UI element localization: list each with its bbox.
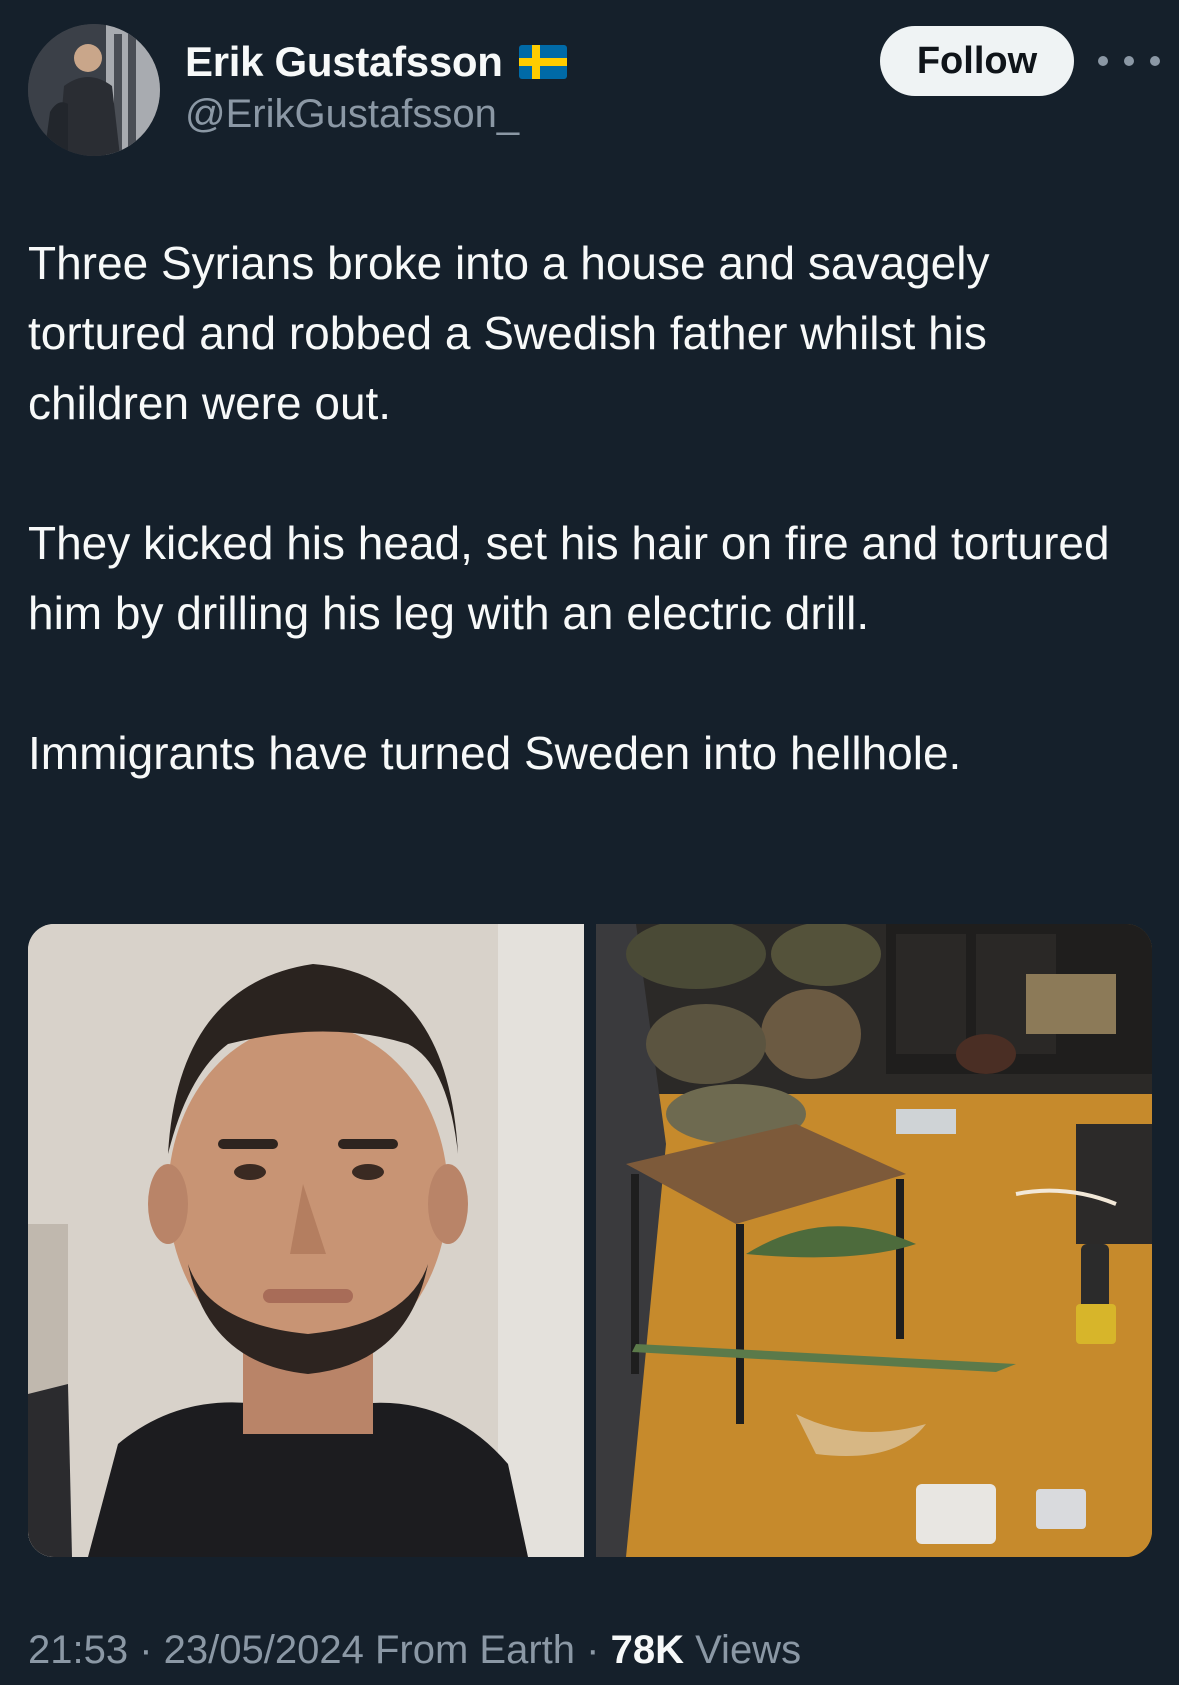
avatar[interactable] [28, 24, 160, 156]
separator-dot: · [128, 1628, 164, 1672]
tweet-header: Erik Gustafsson @ErikGustafsson_ Follow [0, 0, 1179, 180]
avatar-image [28, 24, 160, 156]
portrait-image [28, 924, 584, 1557]
views-count[interactable]: 78K [611, 1628, 684, 1672]
more-options-icon[interactable] [1098, 44, 1160, 78]
follow-button[interactable]: Follow [880, 26, 1074, 96]
views-label: Views [695, 1628, 802, 1672]
display-name[interactable]: Erik Gustafsson [185, 38, 503, 86]
tweet-source: From Earth [374, 1628, 576, 1672]
tweet-footer: 21:53 · 23/05/2024 From Earth · 78K View… [28, 1628, 801, 1673]
more-dot-icon [1124, 56, 1134, 66]
display-name-row: Erik Gustafsson [185, 38, 567, 86]
crime-scene-image [596, 924, 1152, 1557]
more-dot-icon [1098, 56, 1108, 66]
crime-scene-photo[interactable] [596, 924, 1152, 1557]
tweet-paragraph: They kicked his head, set his hair on fi… [28, 517, 1110, 639]
tweet-text: Three Syrians broke into a house and sav… [28, 228, 1148, 788]
user-handle[interactable]: @ErikGustafsson_ [185, 92, 519, 137]
tweet-date[interactable]: 23/05/2024 [164, 1628, 364, 1672]
tweet-paragraph: Three Syrians broke into a house and sav… [28, 237, 990, 429]
more-dot-icon [1150, 56, 1160, 66]
tweet-media [28, 924, 1152, 1557]
separator-dot: · [575, 1628, 611, 1672]
tweet-paragraph: Immigrants have turned Sweden into hellh… [28, 727, 962, 779]
tweet-time[interactable]: 21:53 [28, 1628, 128, 1672]
portrait-photo[interactable] [28, 924, 584, 1557]
swedish-flag-icon [518, 45, 567, 79]
